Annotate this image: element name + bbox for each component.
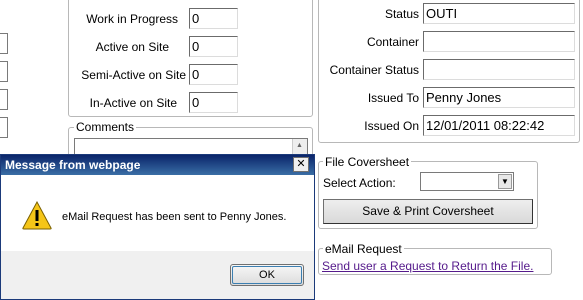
save-print-coversheet-button[interactable]: Save & Print Coversheet [323,199,533,224]
select-action-label: Select Action: [323,176,396,190]
issued-to-field[interactable]: Penny Jones [423,87,575,108]
status-field[interactable]: OUTI [423,3,575,24]
partial-input[interactable] [0,117,8,138]
semi-active-on-site-input[interactable]: 0 [189,64,238,85]
partial-input[interactable] [0,33,8,54]
container-label: Container [366,35,419,49]
email-request-legend: eMail Request [323,242,404,256]
dialog-title-bar[interactable]: Message from webpage ✕ [1,155,314,175]
retention-row-label: Semi-Active on Site [81,68,186,82]
close-icon[interactable]: ✕ [293,157,309,172]
select-action-dropdown[interactable]: ▼ [420,172,514,191]
message-dialog: Message from webpage ✕ eMail Request has… [0,154,315,300]
partial-input[interactable] [0,89,8,110]
status-label: Status [384,7,419,21]
send-return-request-link[interactable]: Send user a Request to Return the File. [322,259,533,273]
container-status-label: Container Status [329,63,419,77]
container-status-field[interactable] [423,59,575,80]
issued-on-label: Issued On [364,119,419,133]
warning-icon [22,201,52,230]
issued-on-field[interactable]: 12/01/2011 08:22:42 [423,115,575,136]
retention-row-label: In-Active on Site [89,96,177,110]
scroll-up-icon[interactable]: ▲ [296,142,303,150]
active-on-site-input[interactable]: 0 [189,36,238,57]
chevron-down-icon[interactable]: ▼ [498,174,512,189]
dialog-body: eMail Request has been sent to Penny Jon… [1,175,314,251]
work-in-progress-input[interactable]: 0 [189,8,238,29]
comments-legend: Comments [74,120,137,134]
partial-input[interactable] [0,61,8,82]
container-field[interactable] [423,31,575,52]
retention-row-label: Work in Progress [86,12,178,26]
dialog-message: eMail Request has been sent to Penny Jon… [62,211,287,223]
dialog-title: Message from webpage [5,158,141,172]
retention-row-label: Active on Site [95,40,169,54]
issued-to-label: Issued To [367,91,419,105]
ok-button[interactable]: OK [230,264,304,286]
file-coversheet-legend: File Coversheet [323,155,412,169]
in-active-on-site-input[interactable]: 0 [189,92,238,113]
